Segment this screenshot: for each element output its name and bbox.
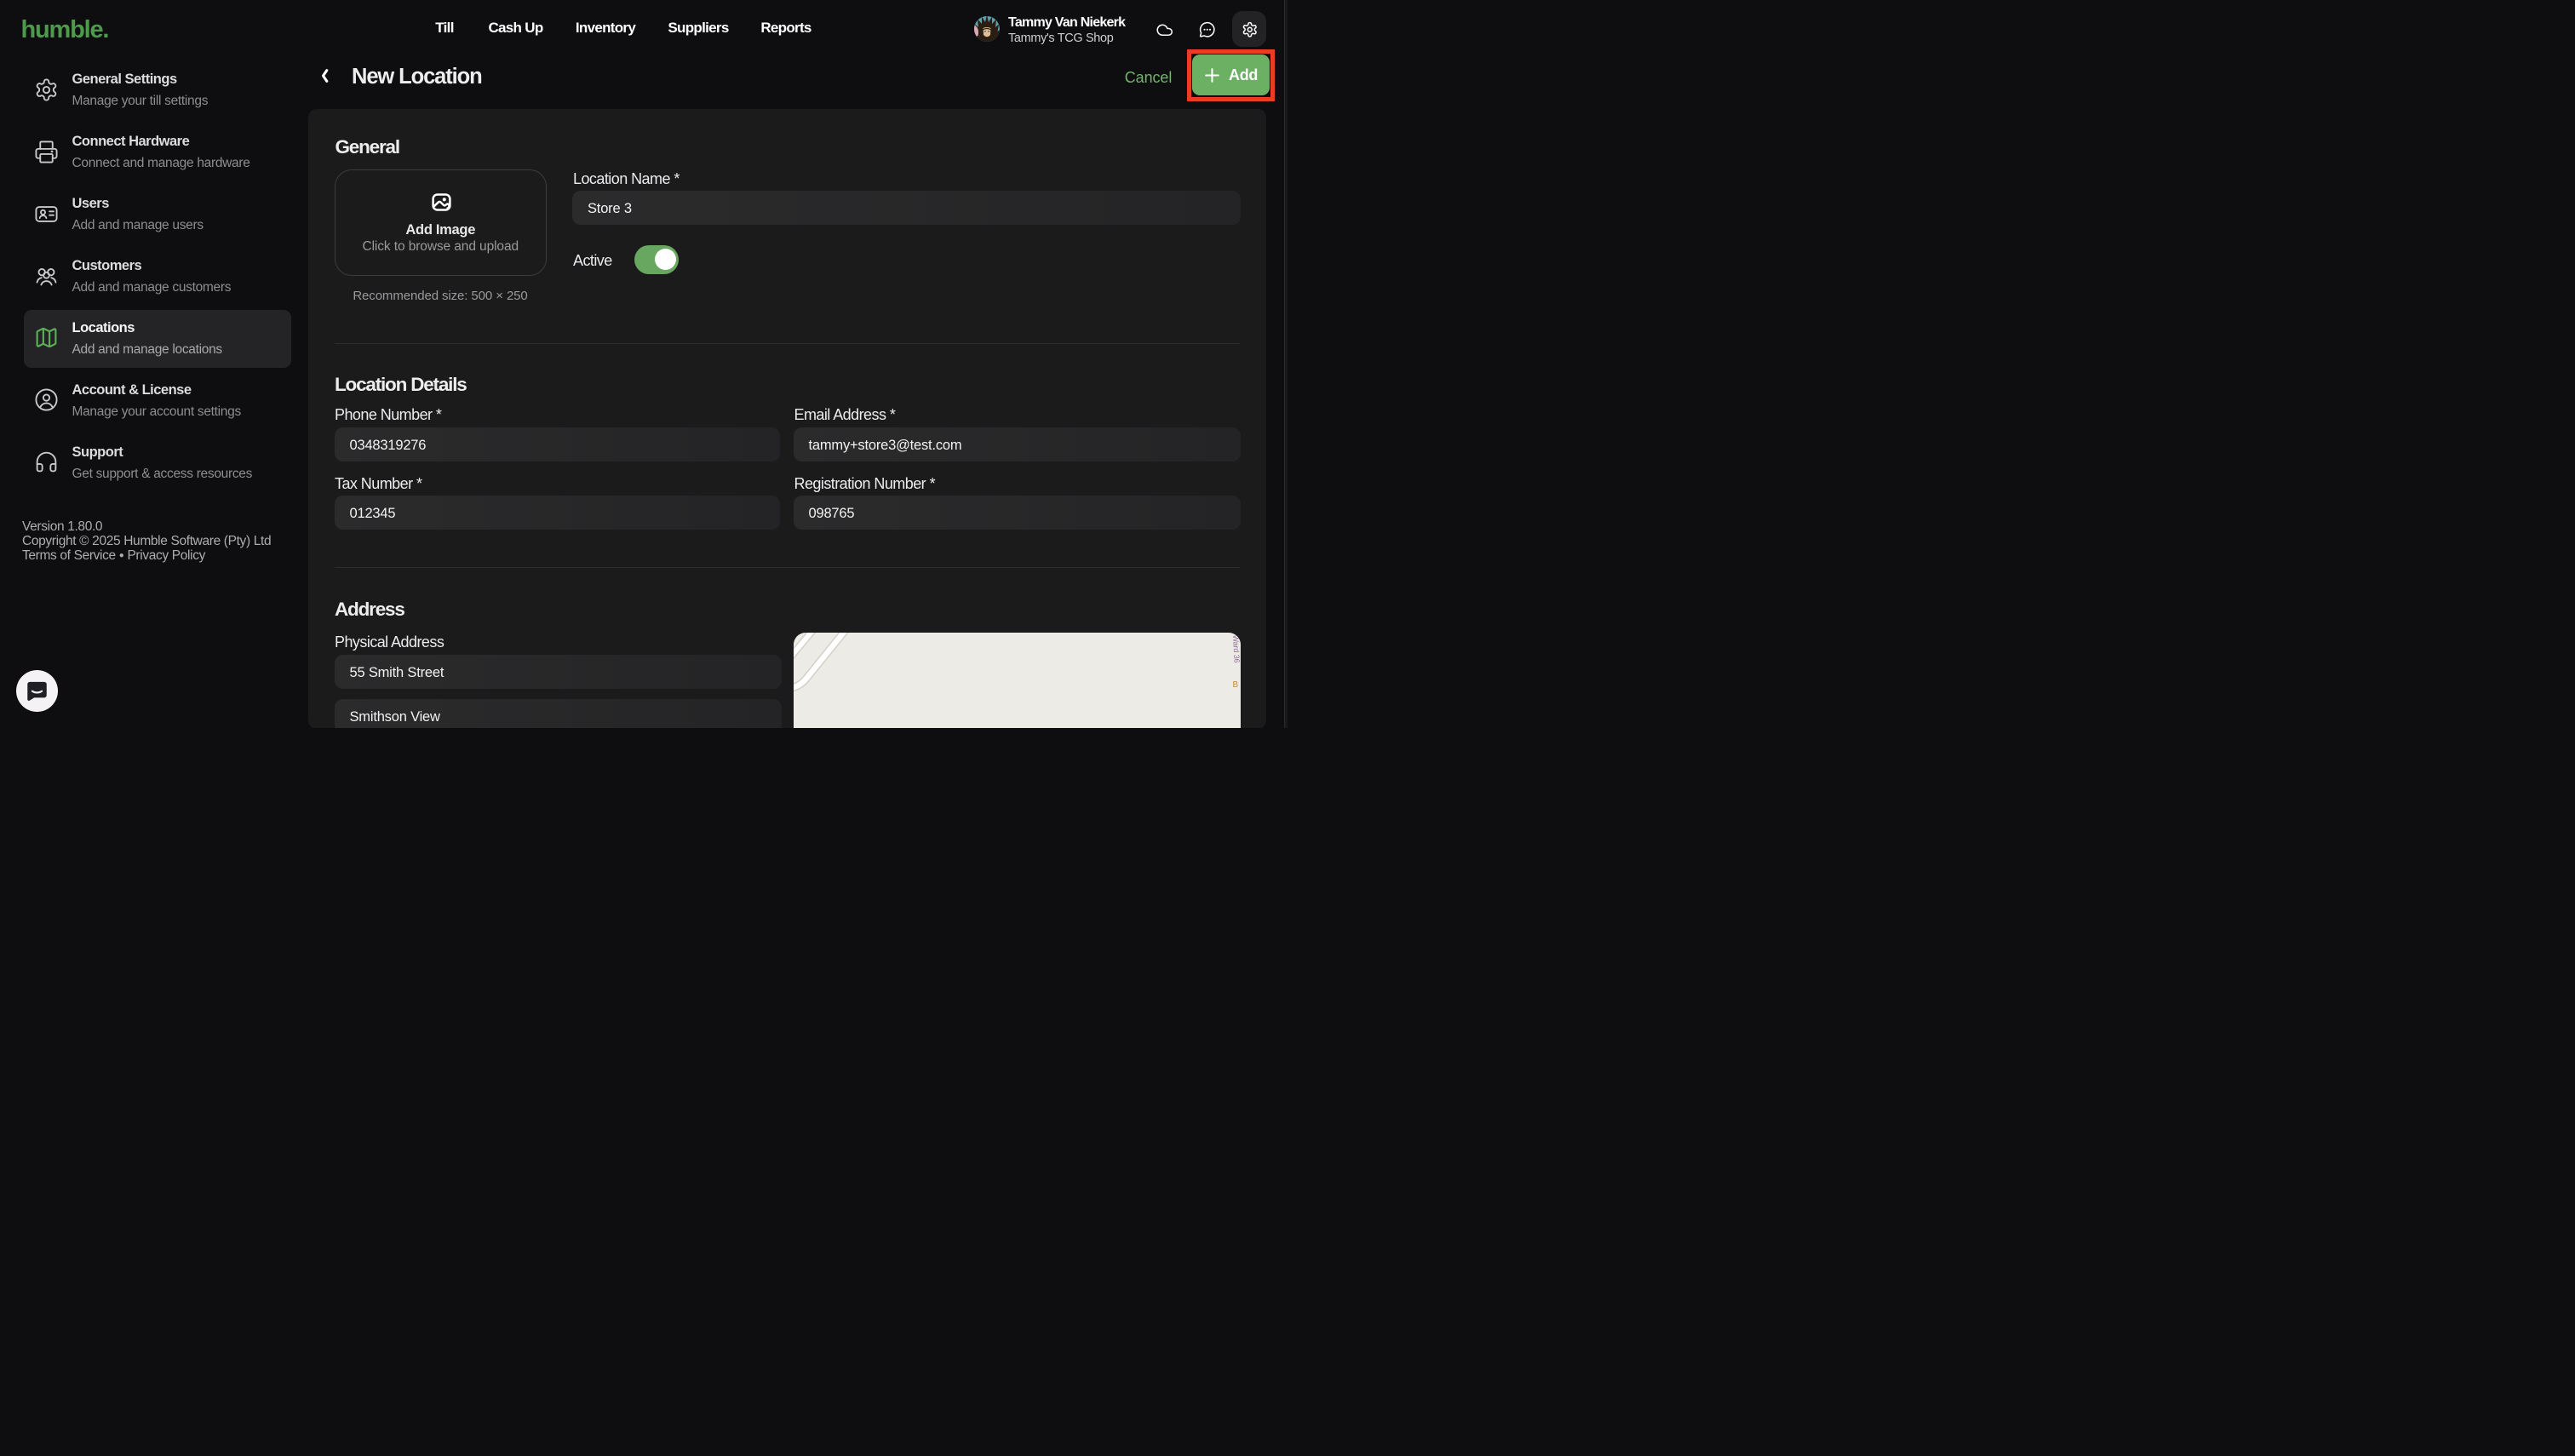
svg-text:zi Ward 36: zi Ward 36 [1231, 633, 1241, 663]
svg-text:B: B [1233, 680, 1239, 690]
